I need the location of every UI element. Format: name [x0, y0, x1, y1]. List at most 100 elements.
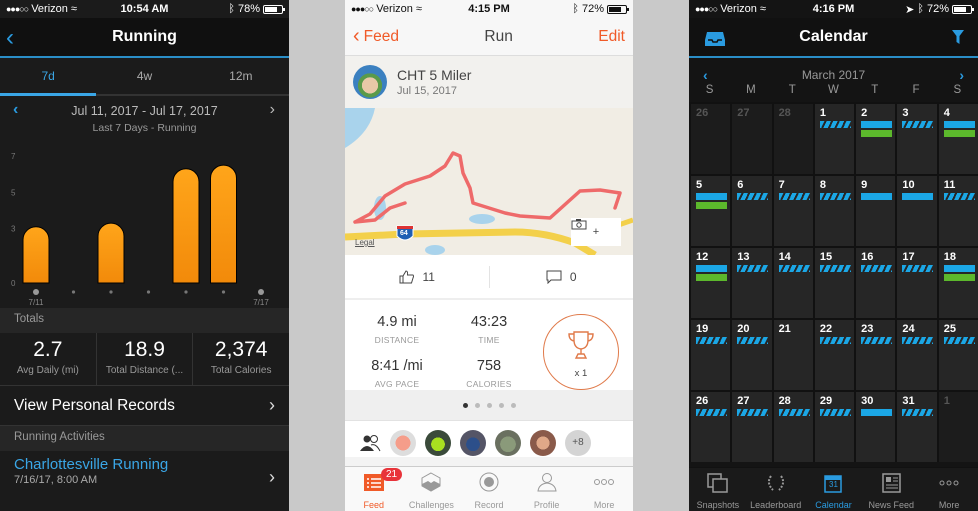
calendar-day-cell[interactable]: 18 — [938, 248, 978, 318]
calendar-day-cell[interactable]: 1 — [814, 104, 855, 174]
day-number: 13 — [737, 251, 750, 263]
day-number: 27 — [737, 395, 750, 407]
chart-bar[interactable] — [172, 168, 200, 284]
calendar-day-cell[interactable]: 23 — [856, 320, 896, 390]
calendar-day-cell[interactable]: 3 — [897, 104, 937, 174]
tab-news-feed[interactable]: News Feed — [862, 468, 920, 511]
calendar-day-cell[interactable]: 12 — [691, 248, 731, 318]
map-legal-link[interactable]: Legal — [355, 238, 375, 247]
back-to-feed-button[interactable]: ‹ Feed — [353, 25, 399, 48]
page-dot[interactable] — [498, 402, 504, 408]
calendar-day-cell[interactable]: 30 — [856, 392, 896, 462]
page-dot[interactable] — [510, 402, 516, 408]
calendar-day-cell[interactable]: 22 — [814, 320, 855, 390]
tab-leaderboard[interactable]: Leaderboard — [747, 468, 805, 511]
calendar-day-cell[interactable]: 10 — [897, 176, 937, 246]
calendar-day-cell[interactable]: 27 — [732, 104, 772, 174]
tab-7d[interactable]: 7d — [0, 58, 97, 96]
edit-button[interactable]: Edit — [598, 28, 625, 46]
day-number: 22 — [819, 323, 833, 335]
day-number: 26 — [696, 395, 709, 407]
page-dot[interactable] — [474, 402, 480, 408]
calendar-day-cell[interactable]: 13 — [732, 248, 772, 318]
calendar-day-cell[interactable]: 16 — [856, 248, 896, 318]
page-dot[interactable] — [486, 402, 492, 408]
calendar-day-cell[interactable]: 27 — [732, 392, 772, 462]
calendar-day-cell[interactable]: 14 — [773, 248, 813, 318]
calendar-day-cell[interactable]: 26 — [691, 104, 731, 174]
calendar-day-cell[interactable]: 4 — [938, 104, 978, 174]
tab-calendar[interactable]: 31 Calendar — [805, 468, 863, 511]
activity-datetime: 7/16/17, 8:00 AM — [14, 474, 98, 486]
calendar-day-cell[interactable]: 19 — [691, 320, 731, 390]
more-kudos-button[interactable]: +8 — [565, 430, 591, 456]
page-indicator[interactable] — [345, 390, 633, 420]
calendar-day-cell[interactable]: 28 — [773, 104, 813, 174]
calendar-day-cell[interactable]: 7 — [773, 176, 813, 246]
carrier: Verizon — [376, 3, 413, 15]
tab-snapshots[interactable]: Snapshots — [689, 468, 747, 511]
calendar-day-cell[interactable]: 8 — [814, 176, 855, 246]
calendar-day-cell[interactable]: 17 — [897, 248, 937, 318]
calendar-day-cell[interactable]: 15 — [814, 248, 855, 318]
achievements-badge[interactable]: x 1 — [543, 314, 619, 390]
planned-workout-bar — [861, 265, 893, 272]
status-bar: ●●●○○ Verizon ≈ 10:54 AM ᛒ 78% — [0, 0, 289, 18]
tab-challenges[interactable]: Challenges — [403, 467, 461, 511]
comment-button[interactable]: 0 — [490, 270, 634, 284]
kudos-avatar[interactable] — [460, 430, 486, 456]
tab-profile[interactable]: Profile — [518, 467, 576, 511]
calendar-day-cell[interactable]: 29 — [814, 392, 855, 462]
calendar-day-cell[interactable]: 5 — [691, 176, 731, 246]
page-dot[interactable] — [462, 402, 468, 408]
tab-4w[interactable]: 4w — [96, 58, 192, 94]
view-personal-records-button[interactable]: View Personal Records › — [0, 386, 289, 426]
stat-label: CALORIES — [466, 379, 512, 389]
day-number: 25 — [943, 323, 956, 335]
day-number: 2 — [861, 107, 868, 119]
previous-range-icon[interactable]: ‹ — [13, 101, 18, 119]
calendar-day-cell[interactable]: 20 — [732, 320, 772, 390]
chart-bar[interactable] — [22, 226, 50, 284]
calendar-day-cell[interactable]: 6 — [732, 176, 772, 246]
tab-more[interactable]: More — [575, 467, 633, 511]
tab-record[interactable]: Record — [460, 467, 518, 511]
back-chevron-icon[interactable]: ‹ — [6, 24, 14, 52]
inbox-icon[interactable] — [705, 31, 725, 47]
calendar-day-cell[interactable]: 28 — [773, 392, 813, 462]
x-axis-dot — [258, 289, 264, 295]
route-map[interactable]: 64 Legal + — [345, 108, 633, 255]
kudos-avatar[interactable] — [425, 430, 451, 456]
planned-workout-bar — [778, 409, 810, 416]
kudos-avatar[interactable] — [530, 430, 556, 456]
add-photo-button[interactable]: + — [571, 218, 621, 246]
chart-bar[interactable] — [210, 164, 237, 284]
bluetooth-icon: ᛒ — [917, 3, 924, 15]
next-range-icon[interactable]: › — [270, 101, 275, 119]
calendar-day-cell[interactable]: 31 — [897, 392, 937, 462]
previous-month-icon[interactable]: ‹ — [703, 67, 708, 83]
tab-12m[interactable]: 12m — [193, 58, 289, 94]
filter-icon[interactable] — [952, 30, 964, 44]
activity-list-item[interactable]: Charlottesville Running 7/16/17, 8:00 AM… — [0, 451, 289, 491]
calendar-day-cell[interactable]: 26 — [691, 392, 731, 462]
chart-bar[interactable] — [97, 222, 125, 284]
next-month-icon[interactable]: › — [959, 67, 964, 83]
calendar-day-cell[interactable]: 11 — [938, 176, 978, 246]
kudos-avatar[interactable] — [495, 430, 521, 456]
map-water — [345, 108, 375, 148]
calendar-day-cell[interactable]: 21 — [773, 320, 813, 390]
calendar-day-cell[interactable]: 24 — [897, 320, 937, 390]
activity-bar — [696, 265, 727, 272]
tab-more[interactable]: More — [920, 468, 978, 511]
calendar-day-cell[interactable]: 1 — [938, 392, 978, 462]
kudos-avatar[interactable] — [390, 430, 416, 456]
carrier: Verizon — [31, 3, 68, 15]
kudos-button[interactable]: 11 — [345, 270, 489, 284]
calendar-day-cell[interactable]: 9 — [856, 176, 896, 246]
athlete-avatar[interactable] — [353, 65, 387, 99]
calendar-day-cell[interactable]: 2 — [856, 104, 896, 174]
tab-feed[interactable]: 21 Feed — [345, 467, 403, 511]
calendar-day-cell[interactable]: 25 — [938, 320, 978, 390]
total-value: 2,374 — [214, 338, 268, 361]
